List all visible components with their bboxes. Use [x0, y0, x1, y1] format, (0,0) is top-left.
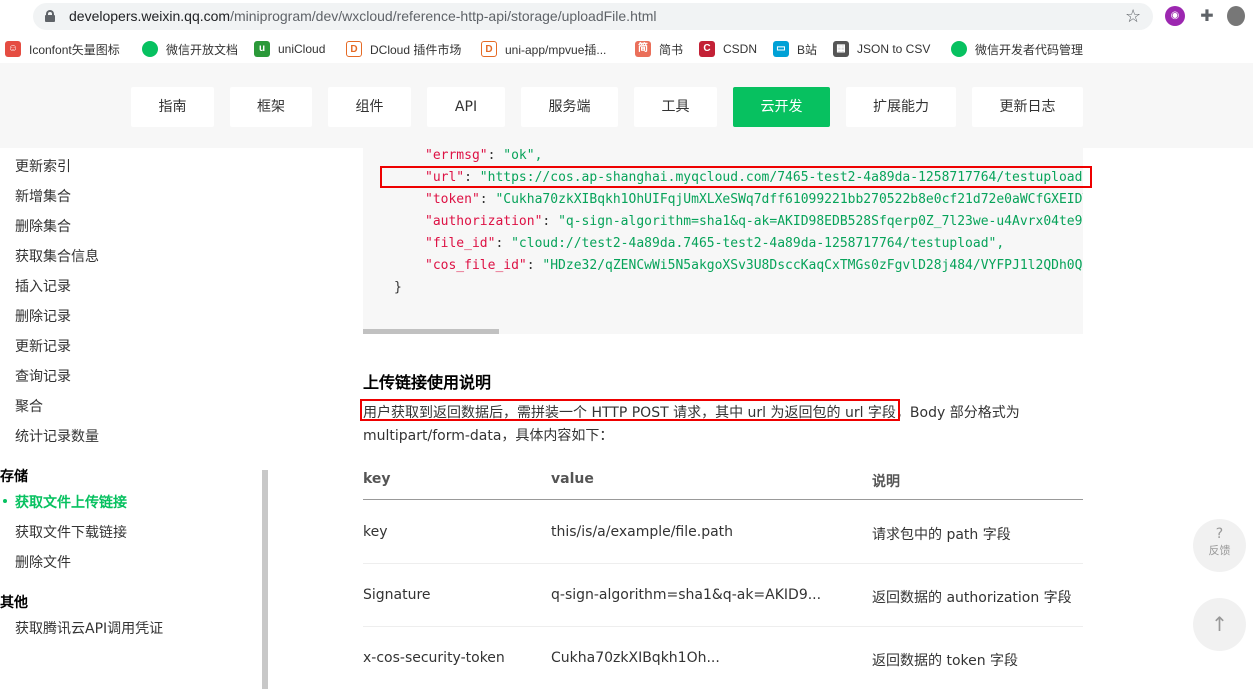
active-dot-icon — [3, 499, 7, 503]
lock-icon[interactable] — [45, 10, 55, 22]
sidebar-item[interactable]: 更新记录 — [15, 336, 71, 356]
table-cell: this/is/a/example/file.path — [551, 524, 734, 540]
unicloud-icon: u — [254, 41, 270, 57]
back-to-top-button[interactable]: ↑ — [1193, 598, 1246, 651]
sidebar-item[interactable]: 获取集合信息 — [15, 246, 99, 266]
sidebar-item[interactable]: 删除记录 — [15, 306, 71, 326]
tab-components[interactable]: 组件 — [328, 87, 411, 127]
tab-changelog[interactable]: 更新日志 — [972, 87, 1083, 127]
table-cell: 返回数据的 authorization 字段 — [872, 590, 1072, 606]
sidebar-item-upload-link[interactable]: 获取文件上传链接 — [15, 492, 127, 512]
tab-api[interactable]: API — [427, 87, 505, 127]
table-row-divider — [363, 563, 1083, 564]
bookmark-bilibili[interactable]: ▭ B站 — [773, 40, 817, 58]
question-icon: ? — [1215, 526, 1224, 542]
code-line-cos-file-id: "cos_file_id": "HDze32/qZENCwWi5N5akgoXS… — [425, 258, 1083, 273]
tab-guide[interactable]: 指南 — [131, 87, 214, 127]
tab-cloud-dev[interactable]: 云开发 — [733, 87, 830, 127]
url-text: developers.weixin.qq.com/miniprogram/dev… — [69, 8, 657, 24]
tab-extensions[interactable]: 扩展能力 — [846, 87, 956, 127]
section-paragraph-line2: multipart/form-data，具体内容如下： — [363, 428, 614, 444]
csdn-icon: C — [699, 41, 715, 57]
table-cell: x-cos-security-token — [363, 650, 505, 666]
sidebar-group-storage[interactable]: 存储 — [0, 466, 28, 486]
extension-icon[interactable]: ◉ — [1165, 6, 1185, 26]
url-field[interactable]: developers.weixin.qq.com/miniprogram/dev… — [33, 3, 1153, 30]
bookmark-jianshu[interactable]: 简简书 — [635, 40, 683, 58]
bookmark-csdn[interactable]: C CSDN — [699, 40, 757, 58]
table-cell: Cukha70zkXIBqkh1Oh... — [551, 650, 720, 666]
sidebar-item-delete-file[interactable]: 删除文件 — [15, 552, 71, 572]
table-cell: Signature — [363, 587, 431, 603]
bookmark-star-icon[interactable]: ☆ — [1125, 6, 1141, 27]
sidebar: 更新索引 新增集合 删除集合 获取集合信息 插入记录 删除记录 更新记录 查询记… — [0, 148, 262, 689]
sidebar-group-other[interactable]: 其他 — [0, 592, 28, 612]
bookmark-weixin-docs[interactable]: 微信开放文档 — [142, 40, 238, 58]
iconfont-icon: ☺ — [5, 41, 21, 57]
url-host: developers.weixin.qq.com — [69, 8, 231, 24]
tab-framework[interactable]: 框架 — [230, 87, 312, 127]
puzzle-extensions-icon[interactable]: ✚ — [1197, 6, 1217, 26]
code-line-token: "token": "Cukha70zkXIBqkh1OhUIFqjUmXLXeS… — [425, 192, 1083, 207]
para-rest: ，Body 部分格式为 — [895, 405, 1020, 421]
dcloud-icon: D — [346, 41, 362, 57]
feedback-label: 反馈 — [1208, 544, 1231, 557]
code-horizontal-scrollbar[interactable] — [363, 329, 499, 334]
sidebar-item[interactable]: 更新索引 — [15, 156, 71, 176]
bookmark-weixin-dev-code[interactable]: 微信开发者代码管理 — [951, 40, 1083, 58]
bilibili-icon: ▭ — [773, 41, 789, 57]
dcloud-icon: D — [481, 41, 497, 57]
bookmark-unicloud[interactable]: u uniCloud — [254, 40, 325, 58]
jianshu-icon: 简 — [635, 41, 651, 57]
sidebar-item-tencent-credential[interactable]: 获取腾讯云API调用凭证 — [15, 618, 163, 638]
url-path: /miniprogram/dev/wxcloud/reference-http-… — [230, 8, 657, 24]
code-line-file-id: "file_id": "cloud://test2-4a89da.7465-te… — [425, 236, 1005, 251]
code-closing-brace: } — [394, 280, 402, 295]
code-line-authorization: "authorization": "q-sign-algorithm=sha1&… — [425, 214, 1083, 229]
highlight-box-paragraph — [360, 399, 900, 421]
section-title: 上传链接使用说明 — [363, 373, 492, 392]
table-cell: q-sign-algorithm=sha1&q-ak=AKID9... — [551, 587, 822, 603]
table-cell: key — [363, 524, 388, 540]
table-header-divider — [363, 499, 1083, 500]
sidebar-item[interactable]: 查询记录 — [15, 366, 71, 386]
sidebar-item[interactable]: 删除集合 — [15, 216, 71, 236]
table-header-key: key — [363, 471, 391, 487]
tab-server[interactable]: 服务端 — [521, 87, 618, 127]
bookmark-json-to-csv[interactable]: ▦ JSON to CSV — [833, 40, 930, 58]
tab-tools[interactable]: 工具 — [634, 87, 717, 127]
bookmark-uniapp[interactable]: Duni-app/mpvue插... — [481, 40, 606, 58]
sidebar-item-download-link[interactable]: 获取文件下载链接 — [15, 522, 127, 542]
arrow-up-icon: ↑ — [1211, 612, 1228, 636]
profile-avatar[interactable] — [1227, 6, 1245, 26]
feedback-button[interactable]: ? 反馈 — [1193, 519, 1246, 572]
table-row-divider — [363, 626, 1083, 627]
code-line-errmsg: "errmsg": "ok", — [425, 148, 543, 163]
table-header-desc: 说明 — [872, 474, 900, 490]
sidebar-item[interactable]: 统计记录数量 — [15, 426, 99, 446]
wechat-icon — [951, 41, 967, 57]
sidebar-item[interactable]: 聚合 — [15, 396, 43, 416]
bookmark-dcloud[interactable]: D DCloud 插件市场 — [346, 40, 461, 58]
sidebar-item[interactable]: 新增集合 — [15, 186, 71, 206]
json-csv-icon: ▦ — [833, 41, 849, 57]
table-header-value: value — [551, 471, 594, 487]
bookmark-iconfont[interactable]: ☺ Iconfont矢量图标 — [5, 40, 120, 58]
table-cell: 请求包中的 path 字段 — [872, 527, 1011, 543]
top-navigation: 指南 框架 组件 API 服务端 工具 云开发 扩展能力 更新日志 — [0, 63, 1253, 148]
highlight-box-url-line — [380, 166, 1092, 188]
bookmarks-bar: ☺ Iconfont矢量图标 微信开放文档 u uniCloud D DCloud 插… — [0, 33, 1253, 63]
sidebar-item[interactable]: 插入记录 — [15, 276, 71, 296]
table-cell: 返回数据的 token 字段 — [872, 653, 1019, 669]
sidebar-scrollbar[interactable] — [262, 470, 268, 689]
wechat-icon — [142, 41, 158, 57]
browser-address-bar: developers.weixin.qq.com/miniprogram/dev… — [0, 0, 1253, 33]
